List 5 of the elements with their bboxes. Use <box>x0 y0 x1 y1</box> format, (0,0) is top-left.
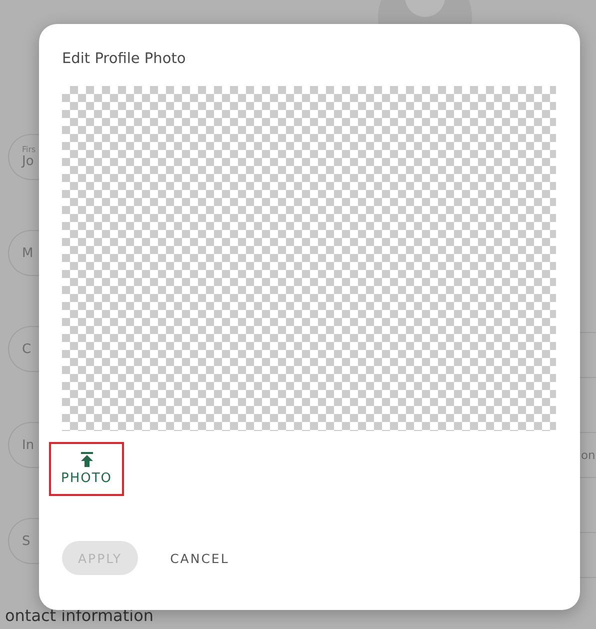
section-title: ontact information <box>5 606 154 625</box>
dialog-title: Edit Profile Photo <box>62 51 186 67</box>
cancel-button[interactable]: CANCEL <box>154 541 246 575</box>
upload-icon <box>80 452 92 467</box>
upload-photo-button[interactable]: PHOTO <box>49 442 124 496</box>
